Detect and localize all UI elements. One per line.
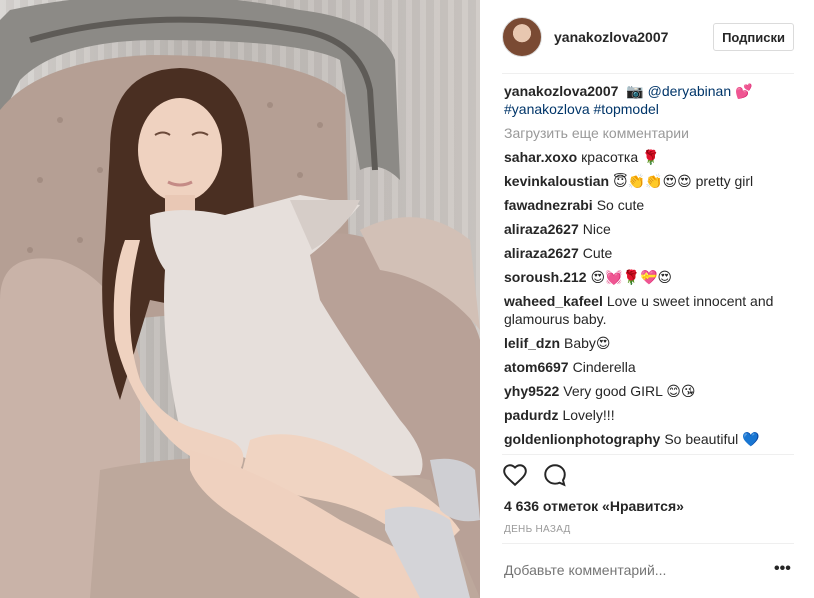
comment-item: waheed_kafeel Love u sweet innocent and g… <box>504 292 794 328</box>
add-comment-input[interactable] <box>504 562 754 578</box>
comment-text: 😍💓🌹💝😍 <box>590 269 672 285</box>
caption: yanakozlova2007 📷 @deryabinan 💕 #yanakoz… <box>504 82 794 118</box>
comment-item: sahar.xoxo красотка 🌹 <box>504 148 794 166</box>
comment-username[interactable]: waheed_kafeel <box>504 293 603 309</box>
comment-username[interactable]: goldenlionphotography <box>504 431 660 447</box>
post-photo <box>0 0 480 598</box>
comment-text: Lovely!!! <box>562 407 615 423</box>
comment-item: padurdz Lovely!!! <box>504 406 794 424</box>
comment-item: goldenlionphotography So beautiful 💙 <box>504 430 794 448</box>
comment-username[interactable]: sahar.xoxo <box>504 149 577 165</box>
header-divider <box>502 73 794 74</box>
comment-item: soroush.212 😍💓🌹💝😍 <box>504 268 794 286</box>
comment-item: kevinkaloustian 😇👏👏😍😍 pretty girl <box>504 172 794 190</box>
comment-text: So beautiful 💙 <box>664 431 760 447</box>
comment-text: Cute <box>582 245 613 261</box>
caption-hashtag[interactable]: #topmodel <box>594 101 659 117</box>
action-bar <box>502 462 622 490</box>
footer-divider <box>502 543 794 544</box>
comment-text: So cute <box>596 197 645 213</box>
caption-mention[interactable]: @deryabinan <box>648 83 732 99</box>
comment-username[interactable]: soroush.212 <box>504 269 586 285</box>
comment-text: Cinderella <box>572 359 636 375</box>
comment-text: красотка 🌹 <box>581 149 660 165</box>
caption-username[interactable]: yanakozlova2007 <box>504 83 618 99</box>
comment-username[interactable]: lelif_dzn <box>504 335 560 351</box>
caption-hashtag[interactable]: #yanakozlova <box>504 101 590 117</box>
comment-item: atom6697 Cinderella <box>504 358 794 376</box>
following-button[interactable]: Подписки <box>713 23 794 51</box>
more-dots-icon[interactable]: ••• <box>774 561 791 577</box>
post-side-panel: yanakozlova2007 Подписки yanakozlova2007… <box>480 0 814 598</box>
post-header: yanakozlova2007 Подписки <box>502 12 794 62</box>
comment-text: Baby😍 <box>564 335 611 351</box>
comments-divider <box>502 454 794 455</box>
comment-bubble-icon[interactable] <box>542 462 568 488</box>
comments-list[interactable]: yanakozlova2007 📷 @deryabinan 💕 #yanakoz… <box>504 82 794 454</box>
comment-item: yhy9522 Very good GIRL 😊😘 <box>504 382 794 400</box>
likes-count[interactable]: 4 636 отметок «Нравится» <box>504 498 684 514</box>
avatar[interactable] <box>502 17 542 57</box>
comment-username[interactable]: atom6697 <box>504 359 569 375</box>
comment-username[interactable]: aliraza2627 <box>504 221 579 237</box>
heart-icon[interactable] <box>502 462 528 488</box>
comment-text: 😇👏👏😍😍 pretty girl <box>613 173 754 189</box>
comment-username[interactable]: yhy9522 <box>504 383 559 399</box>
header-username[interactable]: yanakozlova2007 <box>554 29 713 45</box>
comment-text: Very good GIRL 😊😘 <box>563 383 696 399</box>
comment-item: lelif_dzn Baby😍 <box>504 334 794 352</box>
camera-emoji: 📷 <box>626 83 644 99</box>
comment-username[interactable]: padurdz <box>504 407 558 423</box>
post-timestamp: ДЕНЬ НАЗАД <box>504 524 571 535</box>
comment-item: aliraza2627 Cute <box>504 244 794 262</box>
comment-item: fawadnezrabi So cute <box>504 196 794 214</box>
comment-username[interactable]: kevinkaloustian <box>504 173 609 189</box>
comment-username[interactable]: aliraza2627 <box>504 245 579 261</box>
mention-emoji: 💕 <box>735 83 753 99</box>
photo-illustration <box>0 0 480 598</box>
comment-item: aliraza2627 Nice <box>504 220 794 238</box>
comment-username[interactable]: fawadnezrabi <box>504 197 593 213</box>
load-more-comments-link[interactable]: Загрузить еще комментарии <box>504 124 794 142</box>
comment-text: Nice <box>582 221 611 237</box>
